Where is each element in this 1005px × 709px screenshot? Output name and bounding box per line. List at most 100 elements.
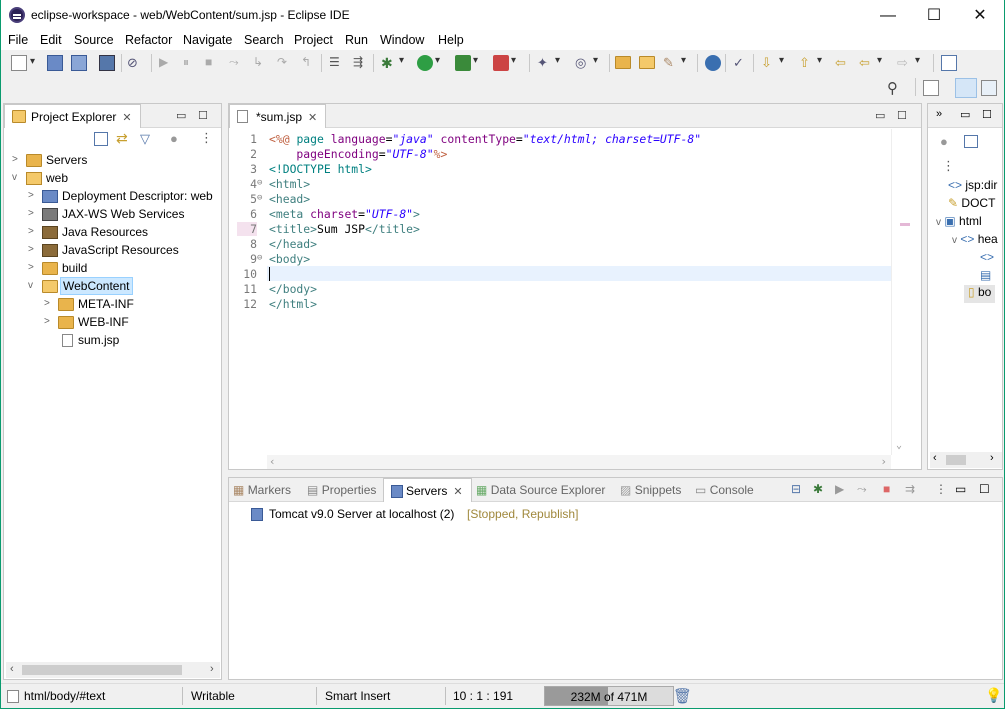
outline-item-meta[interactable]: <> xyxy=(980,250,994,268)
step-into-icon[interactable]: ↳ xyxy=(253,55,269,71)
open-type-icon[interactable] xyxy=(615,55,631,71)
tab-snippets[interactable]: ▨ Snippets xyxy=(620,483,681,497)
save-all-icon[interactable] xyxy=(71,55,87,71)
code-line-9[interactable]: <body> xyxy=(269,252,310,266)
new-icon[interactable] xyxy=(11,55,35,71)
close-icon[interactable]: ✕ xyxy=(308,111,317,124)
code-line-6[interactable]: <meta charset="UTF-8"> xyxy=(269,207,420,221)
outline-item-head[interactable]: v <> hea xyxy=(952,232,998,250)
start-server-icon[interactable]: ▶ xyxy=(835,482,844,496)
collapse-all-icon[interactable] xyxy=(964,135,978,148)
collapse-all-icon[interactable] xyxy=(94,132,108,146)
fold-icon[interactable]: ⊖ xyxy=(257,253,262,263)
scroll-thumb[interactable] xyxy=(22,665,182,675)
view-menu-icon[interactable]: ⋮ xyxy=(935,482,947,496)
working-set-icon[interactable]: ● xyxy=(170,131,178,146)
menu-search[interactable]: Search xyxy=(244,33,284,47)
tab-markers[interactable]: ▦ Markers xyxy=(233,483,291,497)
collapse-icon[interactable]: ⊟ xyxy=(791,482,801,496)
editor-vertical-scrollbar[interactable]: ⌄ xyxy=(891,129,921,455)
step-over-icon[interactable]: ↷ xyxy=(277,55,293,71)
minimize-view-icon[interactable]: ▭ xyxy=(176,109,186,122)
menu-source[interactable]: Source xyxy=(74,33,114,47)
terminal-icon[interactable] xyxy=(99,55,115,71)
code-line-12[interactable]: </html> xyxy=(269,297,317,311)
forward-icon[interactable]: ⇨ xyxy=(897,55,920,71)
open-resource-icon[interactable] xyxy=(639,55,655,71)
search-icon[interactable]: ⚲ xyxy=(887,79,903,97)
scroll-right-icon[interactable]: › xyxy=(210,663,214,675)
tab-properties[interactable]: ▤ Properties xyxy=(307,483,376,497)
code-editor[interactable]: 1 2 3 4 5 6 7 8 9 10 11 12 ⊖ ⊖ ⊖ <%@ pag… xyxy=(229,129,921,469)
outline-item-title[interactable]: ▤ xyxy=(980,268,991,286)
external-tools-icon[interactable] xyxy=(493,55,516,71)
outline-item-jsp-directive[interactable]: <> jsp:dir xyxy=(948,178,997,196)
stop-server-icon[interactable]: ■ xyxy=(883,482,890,496)
coverage-icon[interactable] xyxy=(455,55,478,71)
code-line-1[interactable]: <%@ page language="java" contentType="te… xyxy=(269,132,701,146)
scroll-right-icon[interactable]: › xyxy=(990,452,994,464)
more-views-icon[interactable]: » xyxy=(936,108,942,120)
code-line-7[interactable]: <title>Sum JSP</title> xyxy=(269,222,420,236)
task-icon[interactable]: ✓ xyxy=(733,55,749,71)
open-perspective-icon[interactable] xyxy=(923,80,939,96)
new-class-icon[interactable]: ◎ xyxy=(575,55,598,71)
tab-servers[interactable]: Servers ✕ xyxy=(383,478,472,502)
scroll-left-icon[interactable]: ‹ xyxy=(269,455,276,468)
debug-server-icon[interactable]: ✱ xyxy=(813,482,823,496)
horizontal-scrollbar[interactable]: ‹ › xyxy=(6,662,220,678)
tab-project-explorer[interactable]: Project Explorer ✕ xyxy=(4,104,141,128)
minimize-button[interactable]: — xyxy=(865,0,911,31)
code-line-5[interactable]: <head> xyxy=(269,192,310,206)
close-icon[interactable]: ✕ xyxy=(122,111,131,124)
suspend-icon[interactable]: ⏸ xyxy=(183,55,199,71)
outline-item-body[interactable]: ▯ bo xyxy=(964,285,996,303)
view-menu-icon[interactable]: ⋮ xyxy=(200,130,213,146)
scroll-left-icon[interactable]: ‹ xyxy=(933,452,937,464)
search-tool-icon[interactable]: ✎ xyxy=(663,55,686,71)
skip-breakpoints-icon[interactable]: ⊘ xyxy=(127,55,143,71)
profile-server-icon[interactable]: ⤳ xyxy=(857,482,867,497)
back-icon[interactable]: ⇦ xyxy=(859,55,882,71)
code-line-11[interactable]: </body> xyxy=(269,282,317,296)
scroll-down-icon[interactable]: ⌄ xyxy=(896,440,902,451)
resume-icon[interactable]: ▶ xyxy=(159,55,175,71)
java-perspective-icon[interactable] xyxy=(981,80,997,96)
maximize-view-icon[interactable]: ☐ xyxy=(979,482,990,496)
menu-run[interactable]: Run xyxy=(345,33,368,47)
filter-icon[interactable]: ▽ xyxy=(140,131,150,147)
maximize-view-icon[interactable]: ☐ xyxy=(982,108,992,121)
code-line-2[interactable]: pageEncoding="UTF-8"%> xyxy=(269,147,447,161)
word-wrap-icon[interactable]: ⇶ xyxy=(353,55,369,71)
tab-sum-jsp[interactable]: *sum.jsp ✕ xyxy=(229,104,327,128)
disconnect-icon[interactable]: ⤳ xyxy=(229,55,245,71)
link-editor-icon[interactable]: ⇄ xyxy=(116,130,128,147)
maximize-view-icon[interactable]: ☐ xyxy=(198,109,208,122)
jee-perspective-icon[interactable] xyxy=(955,78,977,98)
menu-project[interactable]: Project xyxy=(294,33,333,47)
maximize-view-icon[interactable]: ☐ xyxy=(897,109,907,122)
code-line-10[interactable] xyxy=(269,267,270,281)
web-browser-icon[interactable] xyxy=(705,55,721,71)
trash-icon[interactable]: 🗑 xyxy=(673,687,692,705)
menu-file[interactable]: File xyxy=(8,33,28,47)
debug-icon[interactable]: ✱ xyxy=(381,55,404,71)
sync-icon[interactable]: ● xyxy=(940,134,948,149)
publish-icon[interactable]: ⇉ xyxy=(905,482,915,496)
minimize-view-icon[interactable]: ▭ xyxy=(955,482,966,496)
editor-horizontal-scrollbar[interactable]: ‹ › xyxy=(267,455,891,469)
outline-horizontal-scrollbar[interactable]: ‹ › xyxy=(930,452,1002,468)
tab-console[interactable]: ▭ Console xyxy=(695,483,754,497)
step-return-icon[interactable]: ↰ xyxy=(301,55,317,71)
maximize-button[interactable]: ☐ xyxy=(911,0,957,31)
outline-item-html[interactable]: v ▣ html xyxy=(936,214,982,232)
close-button[interactable]: ✕ xyxy=(957,0,1003,31)
run-icon[interactable] xyxy=(417,55,440,71)
next-annotation-icon[interactable]: ⇩ xyxy=(761,55,784,71)
menu-refactor[interactable]: Refactor xyxy=(125,33,172,47)
terminate-icon[interactable]: ■ xyxy=(205,55,221,71)
last-edit-icon[interactable]: ⇦ xyxy=(835,55,851,71)
fold-icon[interactable]: ⊖ xyxy=(257,178,262,188)
scroll-right-icon[interactable]: › xyxy=(880,455,887,468)
pin-editor-icon[interactable] xyxy=(941,55,957,71)
